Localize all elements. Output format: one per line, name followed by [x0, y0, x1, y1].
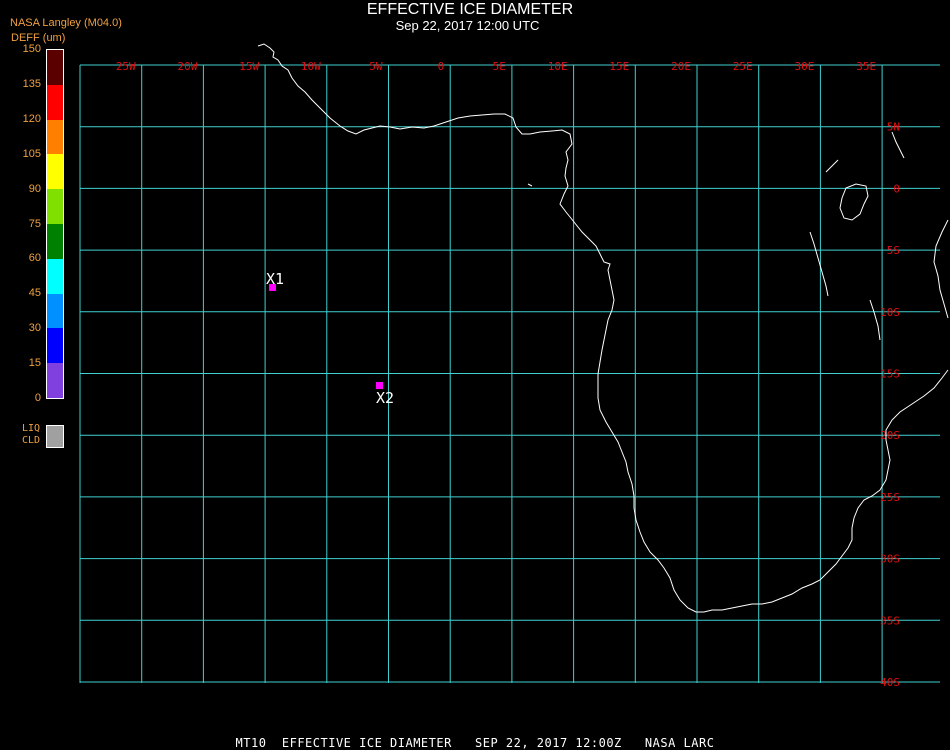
coastlines	[257, 43, 949, 613]
bioko-island	[527, 183, 533, 187]
latitude-label: 0	[893, 182, 900, 195]
marker-label: X2	[376, 389, 394, 407]
lat-lon-grid: 25W 20W 15W 10W 5W 0 5E 10E 15E 20E 25E 30E 35E 5N 0 5S…	[79, 60, 940, 689]
longitude-label: 10W	[301, 60, 321, 73]
latitude-label: 20S	[880, 429, 900, 442]
africa-coastline	[257, 43, 949, 613]
longitude-label: 25W	[116, 60, 136, 73]
longitude-label: 20W	[178, 60, 198, 73]
lake-malawi	[869, 299, 881, 341]
latitude-label: 40S	[880, 676, 900, 689]
latitude-label: 25S	[880, 491, 900, 504]
longitude-label: 25E	[733, 60, 753, 73]
latitude-label: 15S	[880, 368, 900, 381]
longitude-label: 0	[438, 60, 445, 73]
latitude-label: 35S	[880, 614, 900, 627]
latitude-label: 30S	[880, 553, 900, 566]
lake-victoria	[839, 183, 869, 221]
longitude-label: 5E	[493, 60, 506, 73]
marker-label: X1	[266, 270, 284, 288]
longitude-label: 30E	[795, 60, 815, 73]
lake-turkana	[891, 131, 905, 159]
lake-tanganyika	[809, 231, 829, 297]
latitude-label: 5N	[887, 121, 900, 134]
longitude-label: 35E	[856, 60, 876, 73]
map-canvas: 25W 20W 15W 10W 5W 0 5E 10E 15E 20E 25E 30E 35E 5N 0 5S…	[79, 43, 949, 689]
longitude-label: 20E	[671, 60, 691, 73]
latitude-label: 5S	[887, 244, 900, 257]
nile-segment	[825, 159, 839, 173]
longitude-label: 15E	[609, 60, 629, 73]
footer-caption: MT10 EFFECTIVE ICE DIAMETER SEP 22, 2017…	[235, 736, 715, 750]
longitude-label: 15W	[239, 60, 259, 73]
latitude-label: 10S	[880, 306, 900, 319]
east-africa-coastline	[933, 219, 949, 319]
longitude-label: 5W	[369, 60, 383, 73]
longitude-label: 10E	[548, 60, 568, 73]
marker-point-x2	[376, 382, 383, 389]
